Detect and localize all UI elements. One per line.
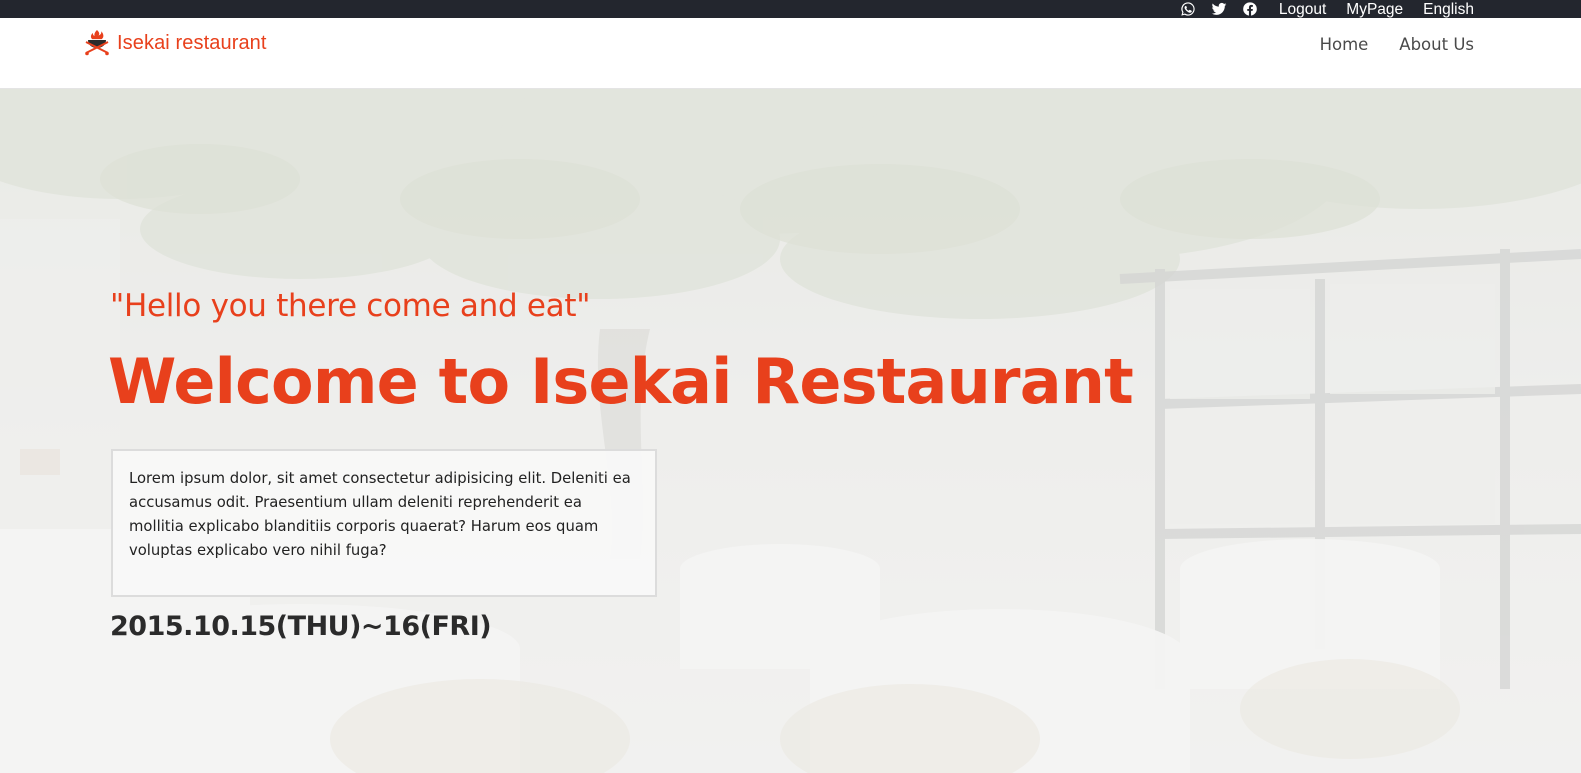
hero-section: "Hello you there come and eat" Welcome t…	[0, 89, 1581, 773]
logout-link[interactable]: Logout	[1279, 1, 1326, 19]
mypage-link[interactable]: MyPage	[1346, 1, 1403, 19]
bottom-divider	[47, 769, 1581, 773]
nav-home[interactable]: Home	[1320, 35, 1369, 54]
language-link[interactable]: English	[1423, 1, 1474, 19]
restaurant-logo-icon	[85, 30, 109, 56]
twitter-icon[interactable]	[1211, 1, 1227, 17]
nav-about-us[interactable]: About Us	[1399, 35, 1474, 54]
hero-overlay	[0, 89, 1581, 773]
hero-headline: Welcome to Isekai Restaurant	[108, 345, 1134, 418]
primary-nav: Home About Us	[1320, 35, 1474, 54]
hero-tagline: "Hello you there come and eat"	[110, 288, 591, 324]
top-utility-links: Logout MyPage English	[1180, 0, 1474, 18]
main-navbar: Isekai restaurant Home About Us	[0, 18, 1581, 89]
event-date: 2015.10.15(THU)~16(FRI)	[110, 611, 492, 642]
brand-home-link[interactable]: Isekai restaurant	[83, 28, 267, 58]
whatsapp-icon[interactable]	[1180, 1, 1196, 17]
facebook-icon[interactable]	[1242, 1, 1258, 17]
top-utility-bar: Logout MyPage English	[0, 0, 1581, 18]
hero-description: Lorem ipsum dolor, sit amet consectetur …	[111, 449, 657, 597]
brand-name: Isekai restaurant	[117, 31, 267, 54]
